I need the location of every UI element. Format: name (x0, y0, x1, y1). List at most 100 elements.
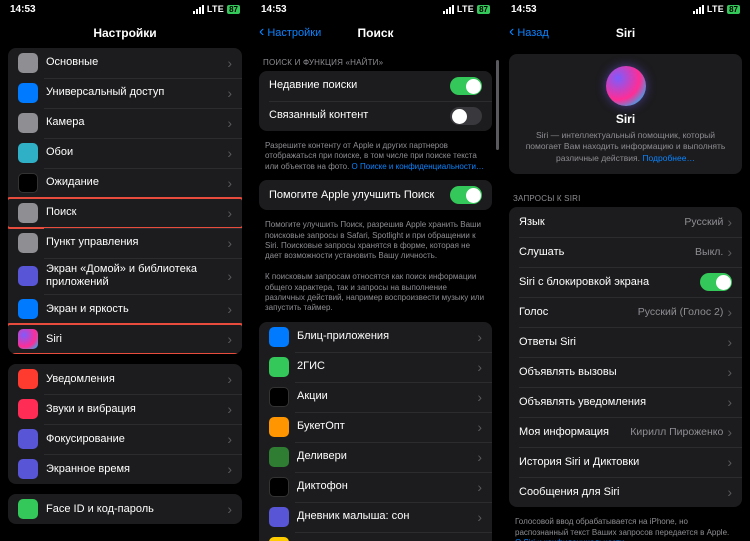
network-label: LTE (457, 4, 474, 14)
app-row[interactable]: 2ГИС› (259, 352, 492, 382)
siri-row[interactable]: История Siri и Диктовки› (509, 447, 742, 477)
row-label: Объявлять вызовы (519, 366, 727, 379)
toggle-switch[interactable] (450, 107, 482, 125)
row-label: История Siri и Диктовки (519, 456, 727, 469)
settings-row-notifications[interactable]: Уведомления› (8, 364, 242, 394)
toggle-switch[interactable] (450, 77, 482, 95)
privacy-link[interactable]: О Поиске и конфиденциальности… (352, 162, 484, 171)
search-settings-scroll[interactable]: ПОИСК И ФУНКЦИЯ «НАЙТИ» Недавние поискиС… (251, 48, 500, 541)
siri-row[interactable]: Объявлять уведомления› (509, 387, 742, 417)
chevron-right-icon: › (227, 462, 232, 476)
accessibility-icon (18, 83, 38, 103)
chevron-right-icon: › (477, 360, 482, 374)
settings-row-screentime[interactable]: Экранное время› (8, 454, 242, 484)
footer-text: Разрешите контенту от Apple и других пар… (251, 141, 500, 180)
siri-scroll[interactable]: Siri Siri — интеллектуальный помощник, к… (501, 48, 750, 541)
toggle-row: Связанный контент (259, 101, 492, 131)
row-value: Выкл. (695, 246, 723, 258)
chevron-right-icon: › (227, 56, 232, 70)
nav-bar: Настройки Поиск (251, 18, 500, 48)
row-value: Кирилл Пироженко (630, 426, 723, 438)
settings-row-display[interactable]: Экран и яркость› (8, 294, 242, 324)
siri-row[interactable]: Объявлять вызовы› (509, 357, 742, 387)
settings-list[interactable]: Основные›Универсальный доступ›Камера›Обо… (0, 48, 250, 541)
row-label: Голос (519, 306, 638, 319)
battery-badge: 87 (477, 5, 490, 14)
chevron-right-icon: › (727, 365, 732, 379)
row-label: Уведомления (46, 373, 227, 386)
siri-row[interactable]: Ответы Siri› (509, 327, 742, 357)
siri-hero-name: Siri (519, 112, 732, 126)
settings-row-sounds[interactable]: Звуки и вибрация› (8, 394, 242, 424)
signal-icon (193, 5, 204, 14)
app-row[interactable]: Заметки› (259, 532, 492, 541)
signal-icon (443, 5, 454, 14)
status-bar: 14:53 LTE 87 (251, 0, 500, 18)
siri-row: Siri с блокировкой экрана (509, 267, 742, 297)
battery-badge: 87 (227, 5, 240, 14)
settings-row-accessibility[interactable]: Универсальный доступ› (8, 78, 242, 108)
learn-more-link[interactable]: Подробнее… (642, 153, 695, 163)
network-label: LTE (707, 4, 724, 14)
settings-row-faceid[interactable]: Face ID и код-пароль› (8, 494, 242, 524)
settings-row-gear[interactable]: Основные› (8, 48, 242, 78)
app-row[interactable]: Диктофон› (259, 472, 492, 502)
chevron-right-icon: › (227, 332, 232, 346)
app-label: БукетОпт (297, 420, 477, 433)
siri-row[interactable]: Моя информацияКирилл Пироженко› (509, 417, 742, 447)
chevron-right-icon: › (227, 176, 232, 190)
footer-text: Голосовой ввод обрабатывается на iPhone,… (501, 517, 750, 541)
settings-row-standby[interactable]: Ожидание› (8, 168, 242, 198)
chevron-right-icon: › (477, 510, 482, 524)
siri-row[interactable]: СлушатьВыкл.› (509, 237, 742, 267)
chevron-right-icon: › (727, 425, 732, 439)
camera-icon (18, 113, 38, 133)
screentime-icon (18, 459, 38, 479)
chevron-right-icon: › (727, 245, 732, 259)
settings-row-siri[interactable]: Siri› (8, 324, 242, 354)
app-icon (269, 417, 289, 437)
app-label: Акции (297, 390, 477, 403)
row-label: Звуки и вибрация (46, 403, 227, 416)
chevron-right-icon: › (227, 432, 232, 446)
app-label: Блиц-приложения (297, 330, 477, 343)
row-label: Экранное время (46, 463, 227, 476)
row-label: Фокусирование (46, 433, 227, 446)
chevron-right-icon: › (227, 372, 232, 386)
notifications-icon (18, 369, 38, 389)
settings-row-camera[interactable]: Камера› (8, 108, 242, 138)
siri-row[interactable]: ГолосРусский (Голос 2)› (509, 297, 742, 327)
status-time: 14:53 (10, 4, 36, 15)
section-header: ПОИСК И ФУНКЦИЯ «НАЙТИ» (251, 48, 500, 71)
siri-row[interactable]: ЯзыкРусский› (509, 207, 742, 237)
app-row[interactable]: Акции› (259, 382, 492, 412)
faceid-icon (18, 499, 38, 519)
app-icon (269, 387, 289, 407)
toggle-switch[interactable] (450, 186, 482, 204)
settings-row-control-center[interactable]: Пункт управления› (8, 228, 242, 258)
chevron-right-icon: › (227, 402, 232, 416)
settings-row-focus[interactable]: Фокусирование› (8, 424, 242, 454)
nav-title: Поиск (357, 26, 393, 40)
app-row[interactable]: Дневник малыша: сон› (259, 502, 492, 532)
footer-text: Помогите улучшить Поиск, разрешив Apple … (251, 220, 500, 322)
row-label: Язык (519, 216, 684, 229)
row-label: Камера (46, 116, 227, 129)
back-button[interactable]: Назад (509, 27, 549, 39)
back-button[interactable]: Настройки (259, 27, 321, 39)
chevron-right-icon: › (227, 116, 232, 130)
settings-row-search[interactable]: Поиск› (8, 198, 242, 228)
toggle-switch[interactable] (700, 273, 732, 291)
scrollbar[interactable] (496, 60, 499, 150)
row-label: Siri (46, 333, 227, 346)
row-label: Помогите Apple улучшить Поиск (269, 189, 450, 202)
settings-row-home-screen[interactable]: Экран «Домой» и библиотека приложений› (8, 258, 242, 294)
app-row[interactable]: Деливери› (259, 442, 492, 472)
app-row[interactable]: Блиц-приложения› (259, 322, 492, 352)
settings-row-wallpaper[interactable]: Обои› (8, 138, 242, 168)
siri-row[interactable]: Сообщения для Siri› (509, 477, 742, 507)
phone-search: 14:53 LTE 87 Настройки Поиск ПОИСК И ФУН… (250, 0, 500, 541)
standby-icon (18, 173, 38, 193)
phone-settings: 14:53 LTE 87 Настройки Основные›Универса… (0, 0, 250, 541)
app-row[interactable]: БукетОпт› (259, 412, 492, 442)
